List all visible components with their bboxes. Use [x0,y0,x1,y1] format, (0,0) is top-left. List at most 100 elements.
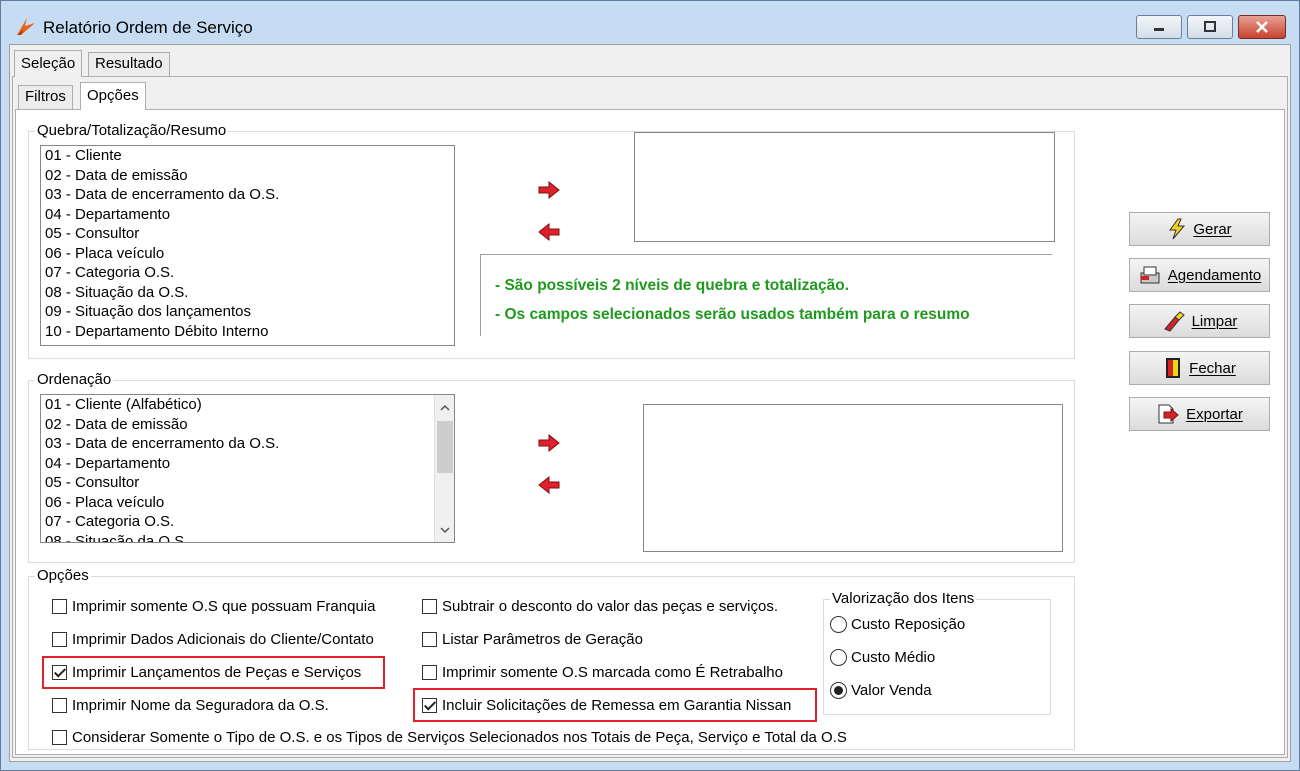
fechar-button[interactable]: Fechar [1129,351,1270,385]
valor-venda-label: Valor Venda [851,682,932,699]
radio-dot[interactable] [830,649,847,666]
note-line-2: - Os campos selecionados serão usados ta… [495,306,970,323]
ordenacao-scrollbar[interactable] [434,395,454,542]
scroll-thumb[interactable] [437,421,453,473]
list-item[interactable]: 04 - Departamento [41,205,454,225]
close-icon [1256,21,1268,33]
considerar-tipo-label: Considerar Somente o Tipo de O.S. e os T… [72,729,847,746]
arrow-right-icon [538,434,560,452]
arrow-right-icon [538,181,560,199]
exportar-label: Exportar [1186,405,1243,423]
checkbox-box[interactable] [52,632,67,647]
garantia-nissan-highlight [413,688,817,722]
exportar-button[interactable]: Exportar [1129,397,1270,431]
valorizacao-group-label: Valorização dos Itens [830,590,977,608]
retrabalho-checkbox[interactable]: Imprimir somente O.S marcada como É Retr… [422,664,783,681]
ordenacao-selected-list[interactable] [643,404,1063,552]
gerar-label: Gerar [1193,220,1232,238]
checkbox-box[interactable] [52,730,67,745]
quebra-add-button[interactable] [536,177,562,203]
client-area: Seleção Resultado Filtros Opções Quebra/… [9,44,1291,762]
franquia-label: Imprimir somente O.S que possuam Franqui… [72,598,376,615]
ordenacao-remove-button[interactable] [536,472,562,498]
list-item[interactable]: 02 - Data de emissão [41,166,454,186]
list-item[interactable]: 03 - Data de encerramento da O.S. [41,434,454,454]
agendamento-label: Agendamento [1167,266,1262,284]
list-item[interactable]: 02 - Data de emissão [41,415,454,435]
radio-dot[interactable] [830,616,847,633]
checkbox-box[interactable] [52,698,67,713]
list-item[interactable]: 05 - Consultor [41,224,454,244]
agendamento-button[interactable]: Agendamento [1129,258,1270,292]
dados-adicionais-checkbox[interactable]: Imprimir Dados Adicionais do Cliente/Con… [52,631,374,648]
tab-selecao[interactable]: Seleção [14,50,83,77]
ordenacao-available-list[interactable]: 01 - Cliente (Alfabético) 02 - Data de e… [40,394,455,543]
list-item[interactable]: 01 - Cliente (Alfabético) [41,395,454,415]
app-logo-icon [17,18,35,35]
quebra-group-label: Quebra/Totalização/Resumo [35,122,229,140]
scroll-up-button[interactable] [435,397,454,417]
retrabalho-label: Imprimir somente O.S marcada como É Retr… [442,664,783,681]
chevron-up-icon [440,404,450,411]
seguradora-checkbox[interactable]: Imprimir Nome da Seguradora da O.S. [52,697,329,714]
checkbox-box[interactable] [52,599,67,614]
list-item[interactable]: 06 - Placa veículo [41,244,454,264]
scroll-down-button[interactable] [435,520,454,540]
list-item[interactable]: 05 - Consultor [41,473,454,493]
ordenacao-group-label: Ordenação [35,371,114,389]
quebra-notes: - São possíveis 2 níveis de quebra e tot… [480,254,1052,336]
list-item[interactable]: 08 - Situação da O.S. [41,283,454,303]
list-item[interactable]: 08 - Situação da O.S. [41,532,454,543]
chevron-down-icon [440,526,450,533]
ordenacao-group: Ordenação 01 - Cliente (Alfabético) 02 -… [28,371,1075,563]
ordenacao-add-button[interactable] [536,430,562,456]
list-item[interactable]: 10 - Departamento Débito Interno [41,322,454,342]
listar-parametros-checkbox[interactable]: Listar Parâmetros de Geração [422,631,643,648]
tab-filtros[interactable]: Filtros [18,85,73,109]
limpar-label: Limpar [1191,312,1238,330]
custo-reposicao-radio[interactable]: Custo Reposição [830,616,965,633]
quebra-remove-button[interactable] [536,219,562,245]
seguradora-label: Imprimir Nome da Seguradora da O.S. [72,697,329,714]
list-item[interactable]: 07 - Categoria O.S. [41,263,454,283]
tab-resultado[interactable]: Resultado [88,52,170,76]
opcoes-panel: Quebra/Totalização/Resumo 01 - Cliente 0… [15,109,1285,755]
gerar-button[interactable]: Gerar [1129,212,1270,246]
arrow-left-icon [538,476,560,494]
list-item[interactable]: 09 - Situação dos lançamentos [41,302,454,322]
limpar-button[interactable]: Limpar [1129,304,1270,338]
lightning-icon [1169,218,1186,240]
list-item[interactable]: 03 - Data de encerramento da O.S. [41,185,454,205]
list-item[interactable]: 07 - Categoria O.S. [41,512,454,532]
restore-icon [1204,21,1216,32]
close-button[interactable] [1238,15,1286,39]
eraser-icon [1163,311,1185,332]
list-item[interactable]: 06 - Placa veículo [41,493,454,513]
custo-medio-radio[interactable]: Custo Médio [830,649,935,666]
list-item[interactable]: 01 - Cliente [41,146,454,166]
window-title: Relatório Ordem de Serviço [43,18,253,37]
subtrair-desconto-label: Subtrair o desconto do valor das peças e… [442,598,779,615]
list-item[interactable]: 04 - Departamento [41,454,454,474]
quebra-selected-list[interactable] [634,132,1055,242]
considerar-tipo-checkbox[interactable]: Considerar Somente o Tipo de O.S. e os T… [52,729,847,746]
checkbox-box[interactable] [422,632,437,647]
tab-opcoes[interactable]: Opções [80,82,146,110]
minimize-button[interactable] [1136,15,1182,39]
quebra-available-list[interactable]: 01 - Cliente 02 - Data de emissão 03 - D… [40,145,455,346]
valor-venda-radio[interactable]: Valor Venda [830,682,932,699]
radio-dot[interactable] [830,682,847,699]
maximize-button[interactable] [1187,15,1233,39]
franquia-checkbox[interactable]: Imprimir somente O.S que possuam Franqui… [52,598,375,615]
opcoes-group: Opções Imprimir somente O.S que possuam … [28,567,1075,750]
checkbox-box[interactable] [422,665,437,680]
checkbox-box[interactable] [422,599,437,614]
arrow-left-icon [538,223,560,241]
minimize-icon [1154,28,1164,31]
scheduler-icon [1140,266,1160,284]
subtrair-desconto-checkbox[interactable]: Subtrair o desconto do valor das peças e… [422,598,778,615]
export-icon [1158,404,1179,424]
lancamentos-highlight [42,656,385,689]
valorizacao-group: Valorização dos Itens Custo Reposição Cu… [823,590,1051,715]
opcoes-group-label: Opções [35,567,91,585]
